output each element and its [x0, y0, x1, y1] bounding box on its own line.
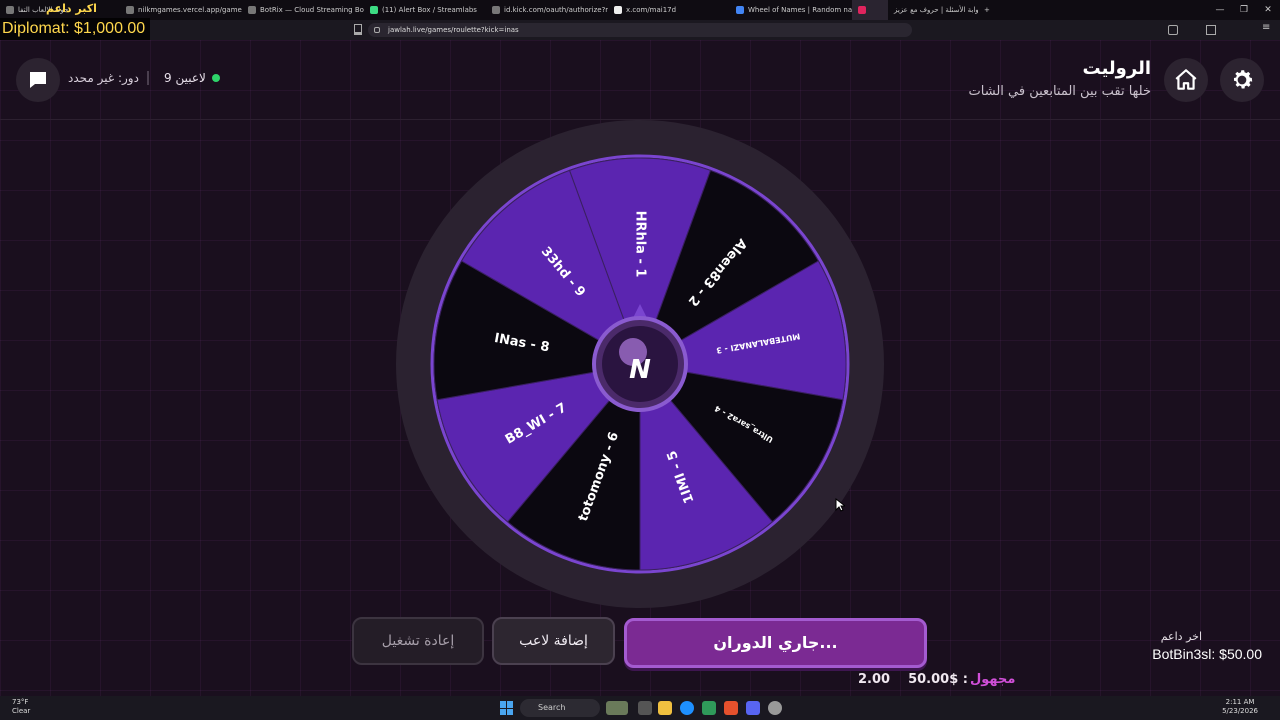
- tab-label: BotRix — Cloud Streaming Bot for Tw: [260, 6, 364, 14]
- tab-favicon-icon: [858, 6, 866, 14]
- browser-tab[interactable]: x.com/mai17d: [608, 0, 730, 20]
- home-icon: [1175, 69, 1197, 90]
- tab-favicon-icon: [248, 6, 256, 14]
- tab-label: nilkmgames.vercel.app/games/wheel: [138, 6, 242, 14]
- browser-tab[interactable]: Wheel of Names | Random name pic: [730, 0, 852, 20]
- windows-start-icon[interactable]: [500, 701, 514, 715]
- clock-date: 5/23/2026: [1222, 707, 1258, 715]
- url-text: jawlah.live/games/roulette?kick=inas: [388, 26, 519, 34]
- weather-temp: 73°F: [12, 698, 29, 706]
- last-donor-label: اخر داعم: [1160, 630, 1202, 643]
- extensions-icon[interactable]: [1168, 25, 1178, 35]
- tab-favicon-icon: [6, 6, 14, 14]
- settings-button[interactable]: [1220, 58, 1264, 102]
- browser-tab[interactable]: (11) Alert Box / Streamlabs: [364, 0, 486, 20]
- spin-button[interactable]: جاري الدوران...: [624, 618, 927, 668]
- taskbar-search-text: Search: [538, 703, 566, 712]
- chat-bubble-icon: [30, 72, 46, 88]
- app-header: الروليت خلها تقب بين المتابعين في الشات …: [0, 40, 1280, 120]
- donation-ticker: 2.00 50.00$ : مجهول: [858, 672, 1015, 687]
- restart-button[interactable]: إعادة تشغيل: [352, 617, 484, 665]
- tab-label: id.kick.com/oauth/authorize?respon: [504, 6, 608, 14]
- ticker-left: 2.00: [858, 672, 891, 687]
- tab-label: بوابة الأسئلة | حروف مع عزيز: [894, 6, 978, 14]
- browser-tab[interactable]: nilkmgames.vercel.app/games/wheel: [120, 0, 242, 20]
- tab-label: (11) Alert Box / Streamlabs: [382, 6, 477, 14]
- browser-tab[interactable]: id.kick.com/oauth/authorize?respon: [486, 0, 608, 20]
- mouse-cursor-icon: [835, 498, 845, 512]
- weather-widget[interactable]: 73°F Clear: [12, 698, 30, 716]
- clock-time: 2:11 AM: [1225, 698, 1255, 706]
- menu-icon[interactable]: ≡: [1262, 22, 1270, 33]
- bookmark-icon[interactable]: [354, 24, 362, 35]
- turn-status: دور: غير محدد: [68, 71, 149, 85]
- weather-desc: Clear: [12, 707, 31, 715]
- taskbar-search[interactable]: Search: [520, 699, 600, 717]
- add-player-button[interactable]: إضافة لاعب: [492, 617, 615, 665]
- obs-icon[interactable]: [768, 701, 782, 715]
- edge-icon[interactable]: [680, 701, 694, 715]
- tab-favicon-icon: [370, 6, 378, 14]
- wheel-segment-label: HRhla - 1: [633, 211, 648, 278]
- roulette-app: الروليت خلها تقب بين المتابعين في الشات …: [0, 40, 1280, 696]
- window-controls: — ❐ ✕: [1208, 0, 1280, 20]
- tab-label: x.com/mai17d: [626, 6, 677, 14]
- new-tab-icon: +: [984, 6, 990, 14]
- browser-tab[interactable]: بوابة الأسئلة | حروف مع عزيز: [888, 0, 978, 20]
- tab-favicon-icon: [614, 6, 622, 14]
- task-view-icon[interactable]: [638, 701, 652, 715]
- browser-tab-active[interactable]: [852, 0, 888, 20]
- gear-icon: [1233, 70, 1253, 89]
- roulette-wheel[interactable]: HRhla - 1 Aleen83 - 2 MUTEBALANAZI - 3 Ultr…: [395, 120, 885, 610]
- ticker-label: مجهول: [969, 672, 1016, 687]
- last-donor-value: BotBin3sl: $50.00: [1152, 646, 1262, 662]
- restore-icon[interactable]: ❐: [1232, 0, 1256, 20]
- browser-tab-bar: جولة الالعاب التفا nilkmgames.vercel.app…: [0, 0, 1280, 20]
- tab-favicon-icon: [736, 6, 744, 14]
- top-donor-overlay: Diplomat: $1,000.00: [0, 18, 150, 40]
- lock-icon: [374, 27, 380, 33]
- sidebar-icon[interactable]: [1206, 25, 1216, 35]
- wheel-graphic: HRhla - 1 Aleen83 - 2MUTEBALANAZI - 3Ultr…: [396, 120, 884, 608]
- ticker-amount: 50.00$ :: [908, 672, 968, 687]
- tab-favicon-icon: [492, 6, 500, 14]
- store-icon[interactable]: [702, 701, 716, 715]
- system-clock[interactable]: 2:11 AM 5/23/2026: [1222, 698, 1258, 716]
- browser-address-bar: jawlah.live/games/roulette?kick=inas ≡: [0, 20, 1280, 40]
- page-subtitle: خلها تقب بين المتابعين في الشات: [968, 84, 1151, 99]
- tab-label: Wheel of Names | Random name pic: [748, 6, 852, 14]
- close-icon[interactable]: ✕: [1256, 0, 1280, 20]
- minimize-icon[interactable]: —: [1208, 0, 1232, 20]
- top-donor-overlay-label: اكبر داعم: [46, 2, 97, 15]
- center-logo-text: N: [629, 355, 651, 385]
- page-title: الروليت: [1082, 58, 1151, 79]
- browser-tab[interactable]: BotRix — Cloud Streaming Bot for Tw: [242, 0, 364, 20]
- chat-button[interactable]: [16, 58, 60, 102]
- file-explorer-icon[interactable]: [658, 701, 672, 715]
- taskbar-widget-icon[interactable]: [606, 701, 628, 715]
- players-count-text: 9 لاعبين: [164, 71, 206, 85]
- players-count: 9 لاعبين: [164, 71, 220, 85]
- new-tab-button[interactable]: +: [978, 0, 998, 20]
- home-button[interactable]: [1164, 58, 1208, 102]
- discord-icon[interactable]: [746, 701, 760, 715]
- url-input[interactable]: jawlah.live/games/roulette?kick=inas: [368, 23, 912, 37]
- brave-icon[interactable]: [724, 701, 738, 715]
- online-dot-icon: [211, 74, 220, 82]
- os-taskbar: 73°F Clear Search 2:11 AM 5/23/2026: [0, 696, 1280, 720]
- tab-favicon-icon: [126, 6, 134, 14]
